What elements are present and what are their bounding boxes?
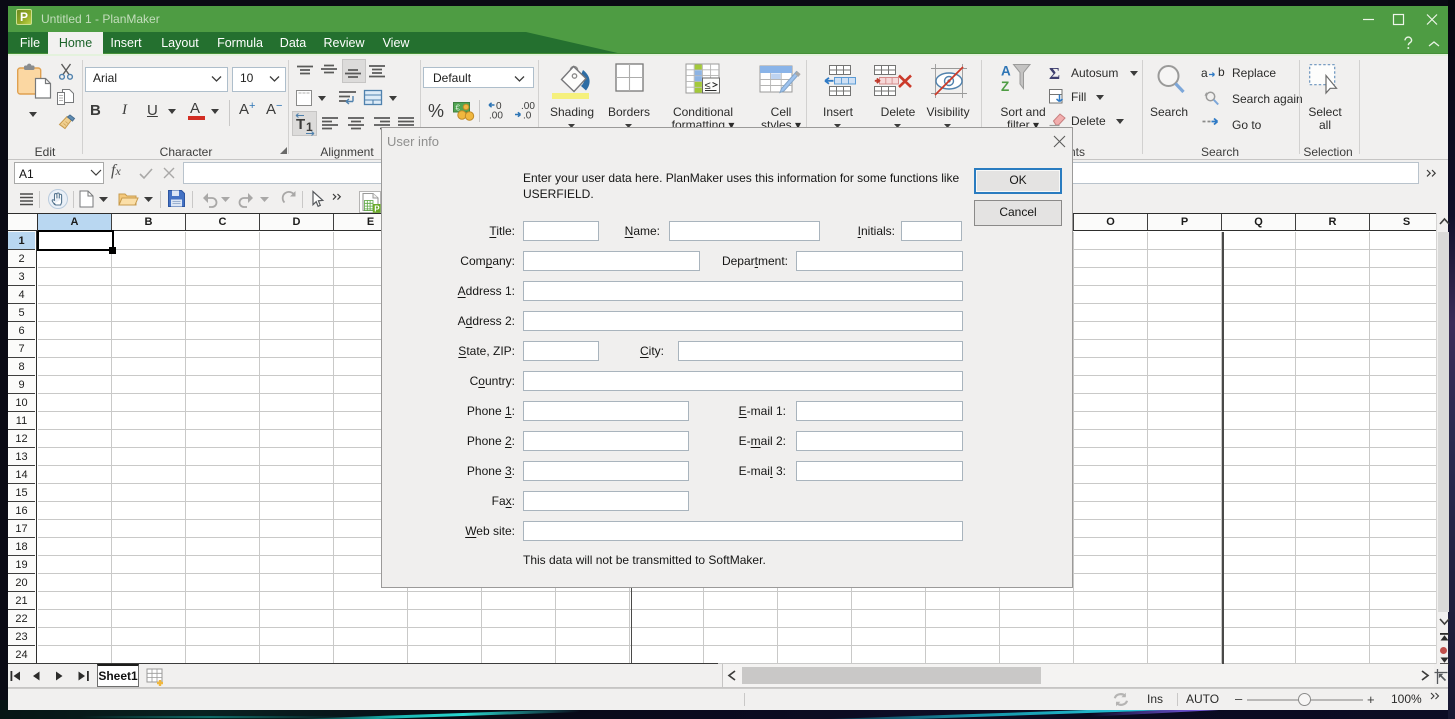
svg-text:T: T xyxy=(296,116,305,133)
svg-text:P: P xyxy=(374,204,380,213)
svg-text:Z: Z xyxy=(1001,79,1009,94)
svg-text:.0: .0 xyxy=(523,111,532,122)
svg-text:.00: .00 xyxy=(489,111,503,122)
svg-text:A: A xyxy=(1001,64,1011,79)
